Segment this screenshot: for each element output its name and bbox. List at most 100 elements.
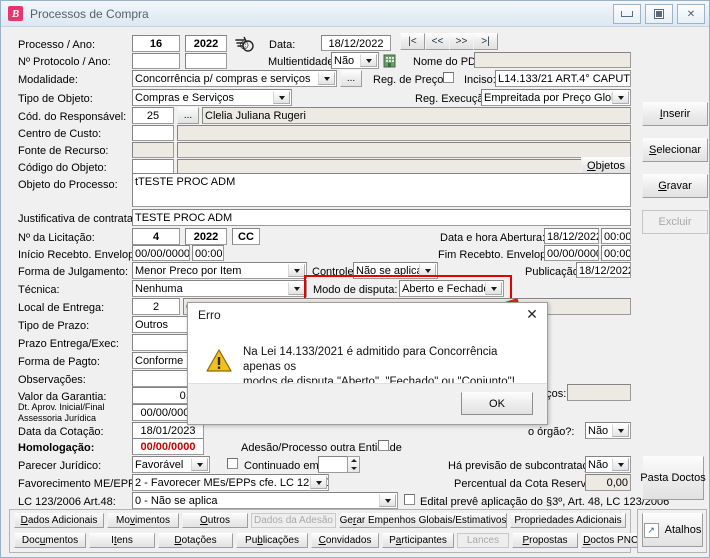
atalhos-button[interactable]: ↗ Atalhos (642, 513, 703, 547)
minimize-button[interactable] (613, 4, 641, 24)
objetos-button[interactable]: Objetos (581, 157, 631, 174)
nome-pdf-input[interactable] (474, 52, 631, 68)
reg-execucao-value: Empreitada por Preço Global (484, 92, 626, 104)
tab-propostas[interactable]: Propostas (512, 533, 578, 548)
tab-participantes[interactable]: Pa rticipantes (382, 533, 454, 548)
inserir-button[interactable]: Inserir (642, 102, 708, 126)
reg-execucao-select[interactable]: Empreitada por Preço Global (481, 89, 631, 106)
licitacao-ano-input[interactable]: 2022 (185, 228, 227, 245)
app-logo-icon: B (8, 6, 23, 21)
nav-next-button[interactable]: >> (449, 33, 474, 50)
inicio-recebto-data-input[interactable]: 00/00/0000 (132, 245, 190, 261)
chevron-down-icon[interactable] (288, 282, 305, 295)
lc-art48-select[interactable]: 0 - Não se aplica (132, 492, 398, 509)
controle-select[interactable]: Não se aplica (353, 262, 438, 279)
multientidade-select[interactable]: Não (331, 52, 379, 69)
tab-outros[interactable]: Outros (182, 513, 248, 528)
homologacao-input[interactable]: 00/00/0000 (132, 438, 204, 455)
tipo-objeto-select[interactable]: Compras e Serviços (132, 89, 292, 106)
edital-preve-checkbox[interactable] (404, 494, 415, 505)
tab-documentos[interactable]: Doc u mentos (14, 533, 86, 548)
stepper-down-icon[interactable] (348, 465, 359, 473)
handshake-icon[interactable]: ☺ (237, 37, 251, 51)
chevron-down-icon[interactable] (288, 264, 305, 277)
tab-dotacoes[interactable]: Dotações (158, 533, 233, 548)
cod-responsavel-input[interactable]: 25 (132, 107, 174, 124)
chevron-down-icon[interactable] (612, 424, 629, 437)
reg-preco-checkbox[interactable] (443, 72, 454, 83)
nav-first-button[interactable]: |< (400, 33, 425, 50)
objeto-processo-textarea[interactable]: tTESTE PROC ADM (132, 173, 631, 207)
fim-recebto-hora-input[interactable]: 00:00 (601, 245, 631, 261)
subcontratacao-select[interactable]: Não (585, 456, 631, 473)
tab-itens[interactable]: It ens (89, 533, 155, 548)
chevron-down-icon[interactable] (485, 282, 502, 295)
building-icon[interactable] (382, 52, 397, 68)
publicacao-input[interactable]: 18/12/2022 (576, 262, 631, 278)
forma-julgamento-select[interactable]: Menor Preco por Item (132, 262, 307, 279)
fim-recebto-data-input[interactable]: 00/00/0000 (544, 245, 599, 261)
inciso-input[interactable]: L14.133/21 ART.4° CAPUT (495, 70, 631, 87)
chevron-down-icon[interactable] (612, 91, 629, 104)
tab-convidados[interactable]: Convidados (311, 533, 379, 548)
chevron-down-icon[interactable] (318, 72, 335, 85)
parecer-juridico-select[interactable]: Favorável (132, 456, 210, 473)
licitacao-sigla-input[interactable]: CC (232, 228, 260, 245)
tab-propriedades-adicionais[interactable]: Propriedades Adicionais (510, 513, 626, 528)
selecionar-button[interactable]: Selecionar (642, 138, 708, 162)
adesao-checkbox[interactable] (378, 440, 389, 451)
stepper-up-icon[interactable] (348, 457, 359, 465)
modo-disputa-select[interactable]: Aberto e Fechado (399, 280, 504, 297)
tecnica-select[interactable]: Nenhuma (132, 280, 307, 297)
hora-abertura-input[interactable]: 00:00 (601, 228, 631, 244)
continuado-stepper[interactable] (347, 456, 360, 473)
protocolo-input[interactable] (132, 53, 180, 69)
centro-custo-label: Centro de Custo: (18, 128, 102, 140)
modalidade-browse-button[interactable]: ... (340, 70, 362, 87)
modalidade-select[interactable]: Concorrência p/ compras e serviços (132, 70, 337, 87)
chevron-down-icon[interactable] (191, 458, 208, 471)
licitacao-numero-input[interactable]: 4 (132, 228, 180, 245)
fonte-recurso-input[interactable] (132, 142, 174, 158)
data-input[interactable]: 18/12/2022 (321, 35, 391, 51)
pasta-doctos-button[interactable]: Pasta Doctos (640, 456, 706, 500)
centro-custo-input[interactable] (132, 125, 174, 141)
processo-ano-input[interactable]: 2022 (185, 35, 227, 52)
processos-de-compra-window: B Processos de Compra ✕ Processo / Ano: … (0, 0, 710, 558)
subcontratacao-value: Não (588, 459, 609, 471)
nav-last-button[interactable]: >| (473, 33, 498, 50)
processo-input[interactable]: 16 (132, 35, 180, 52)
favorecimento-select[interactable]: 2 - Favorecer MEs/EPPs cfe. LC 123/2006 (132, 474, 329, 491)
tab-dados-adicionais[interactable]: Dados Adicionais (14, 513, 104, 528)
inicio-recebto-hora-input[interactable]: 00:00 (192, 245, 224, 261)
dialog-ok-button[interactable]: OK (461, 392, 533, 415)
maximize-button[interactable] (645, 4, 673, 24)
close-button[interactable]: ✕ (677, 4, 705, 24)
homologacao-label: Homologação: (18, 442, 95, 454)
data-cotacao-label: Data da Cotação: (18, 426, 104, 438)
tab-movimentos[interactable]: Mo v imentos (107, 513, 179, 528)
dialog-close-button[interactable]: ✕ (523, 306, 541, 322)
licitacao-despesa-select[interactable]: Não (585, 422, 631, 439)
tab-gerar-empenhos[interactable]: Ge r ar Empenhos Globais/Estimativos (339, 513, 507, 528)
chevron-down-icon[interactable] (379, 494, 396, 507)
chevron-down-icon[interactable] (310, 476, 327, 489)
chevron-down-icon[interactable] (612, 458, 629, 471)
planilha-precos-input[interactable] (567, 384, 631, 401)
continuado-checkbox[interactable] (227, 458, 238, 469)
justificativa-input[interactable]: TESTE PROC ADM (132, 209, 631, 226)
protocolo-ano-input[interactable] (185, 53, 227, 69)
dt-aprov-label-line2: Assessoria Jurídica (18, 413, 97, 423)
nav-prev-button[interactable]: << (425, 33, 450, 50)
processo-ano-label: Processo / Ano: (18, 39, 96, 51)
licitacao-despesa-value: Não (588, 425, 609, 437)
data-abertura-input[interactable]: 18/12/2022 (544, 228, 599, 244)
chevron-down-icon[interactable] (419, 264, 436, 277)
gravar-button[interactable]: Gravar (642, 174, 708, 198)
chevron-down-icon[interactable] (273, 91, 290, 104)
chevron-down-icon[interactable] (360, 54, 377, 67)
publicacao-label: Publicação: (525, 266, 582, 278)
local-entrega-cod-input[interactable]: 2 (132, 298, 180, 315)
tab-publicacoes[interactable]: Pu b licações (236, 533, 308, 548)
cod-responsavel-browse-button[interactable]: ... (177, 107, 199, 124)
